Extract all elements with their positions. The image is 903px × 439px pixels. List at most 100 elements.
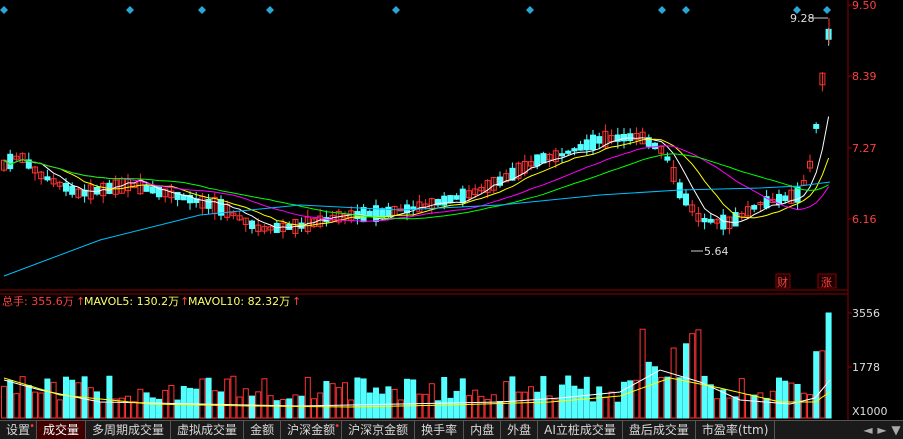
volume-unit-label: X1000: [852, 405, 888, 418]
event-marker-icon: [0, 6, 8, 14]
candle: [373, 199, 379, 227]
more-tabs-icon[interactable]: ▼: [889, 421, 903, 439]
volume-bar: [397, 399, 404, 419]
volume-bar: [38, 392, 45, 419]
mavol10-label: MAVOL10: 82.32万: [188, 295, 290, 308]
volume-bar: [639, 328, 646, 419]
tab-label: 成交量: [43, 423, 80, 437]
volume-bar: [143, 392, 150, 419]
volume-bar: [633, 379, 640, 419]
volume-bar: [242, 388, 249, 419]
volume-bar: [732, 396, 739, 419]
candle: [689, 199, 696, 217]
volume-bar: [552, 399, 559, 419]
candle: [13, 152, 20, 162]
volume-bar: [534, 391, 541, 419]
volume-bar: [596, 386, 603, 419]
volume-bar: [56, 399, 63, 419]
tab-label: 外盘: [507, 423, 532, 437]
volume-bar: [720, 389, 727, 419]
tab-indicator[interactable]: 盘后成交量: [623, 421, 696, 439]
stock-chart[interactable]: 9.50 8.39 7.27 6.16 9.28 5.64 财 涨 总手: 35…: [0, 0, 903, 420]
volume-bar: [422, 393, 429, 419]
tab-indicator[interactable]: 换手率: [415, 421, 465, 439]
candle: [304, 209, 311, 235]
candle: [298, 217, 305, 233]
candle: [596, 132, 603, 149]
volume-bar: [298, 395, 305, 419]
volume-bar: [94, 391, 100, 419]
volume-bar: [69, 379, 76, 419]
tab-indicator[interactable]: 设置 •: [0, 421, 38, 439]
volume-bar: [621, 381, 627, 419]
candle: [751, 204, 758, 213]
volume-bar: [106, 375, 113, 419]
tab-indicator[interactable]: AI立桩成交量: [538, 421, 623, 439]
volume-bar: [726, 397, 733, 419]
volume-bar: [100, 401, 107, 419]
tab-indicator[interactable]: 内盘: [464, 421, 502, 439]
candle: [44, 169, 51, 182]
tab-label: 内盘: [470, 423, 495, 437]
volume-bar: [652, 366, 658, 419]
volume-bar: [273, 400, 280, 419]
volume-bar: [50, 381, 57, 419]
finance-badge[interactable]: 财: [777, 275, 788, 289]
event-marker-icon: [198, 6, 206, 14]
candle: [813, 122, 820, 134]
price-tick-label: 6.16: [852, 213, 877, 226]
tab-dot-icon: •: [29, 421, 36, 432]
tab-indicator[interactable]: 沪深京金额: [342, 421, 416, 439]
volume-bar: [738, 378, 745, 419]
volume-bar: [441, 376, 448, 419]
volume-bar: [180, 385, 187, 419]
candle: [106, 179, 113, 195]
candle: [676, 178, 683, 200]
volume-bar: [466, 395, 472, 419]
volume-bar: [199, 378, 206, 419]
candle: [249, 219, 255, 234]
mavol5-label: MAVOL5: 130.2万: [84, 295, 179, 308]
low-annotation: 5.64: [691, 245, 729, 258]
candle: [683, 188, 689, 207]
price-tick-label: 9.50: [852, 0, 877, 12]
volume-bar: [267, 395, 274, 419]
candle: [75, 187, 82, 200]
tab-indicator[interactable]: 金额: [244, 421, 282, 439]
candle: [224, 200, 231, 221]
candle: [652, 142, 658, 150]
volume-bar: [707, 384, 714, 419]
volume-bar: [410, 379, 417, 419]
tab-label: 盘后成交量: [628, 423, 689, 437]
volume-bar: [87, 387, 94, 419]
volume-legend: 总手: 355.6万 ↑ MAVOL5: 130.2万 ↑ MAVOL10: 8…: [2, 294, 301, 308]
candle: [286, 221, 293, 230]
tab-indicator[interactable]: 虚拟成交量: [171, 421, 245, 439]
volume-bar: [25, 384, 32, 419]
event-marker-icon: [266, 6, 274, 14]
tab-indicator[interactable]: 外盘: [501, 421, 539, 439]
tab-indicator[interactable]: 市盈率(ttm): [696, 421, 776, 439]
tab-label: 市盈率(ttm): [701, 423, 769, 437]
volume-bar: [385, 386, 392, 419]
tab-indicator[interactable]: 成交量: [37, 421, 87, 439]
mavol-arrow: ↑: [292, 295, 301, 308]
volume-bar: [373, 387, 379, 419]
tab-indicator[interactable]: 沪深金额 •: [281, 421, 343, 439]
volume-bar: [249, 395, 255, 419]
tab-indicator[interactable]: 多周期成交量: [86, 421, 172, 439]
candle: [497, 171, 503, 188]
candle: [38, 170, 45, 185]
candle: [391, 205, 398, 216]
volume-bar: [503, 381, 510, 419]
scroll-left-icon[interactable]: ◄: [861, 421, 875, 439]
tab-label: 多周期成交量: [92, 423, 165, 437]
volume-bar: [571, 385, 578, 419]
tab-label: 沪深金额: [287, 423, 336, 437]
event-marker-icon: [526, 6, 534, 14]
volume-bar: [304, 376, 311, 419]
volume-bar: [776, 377, 782, 419]
scroll-right-icon[interactable]: ►: [875, 421, 889, 439]
volume-bar: [602, 397, 609, 419]
surge-badge[interactable]: 涨: [821, 276, 832, 289]
